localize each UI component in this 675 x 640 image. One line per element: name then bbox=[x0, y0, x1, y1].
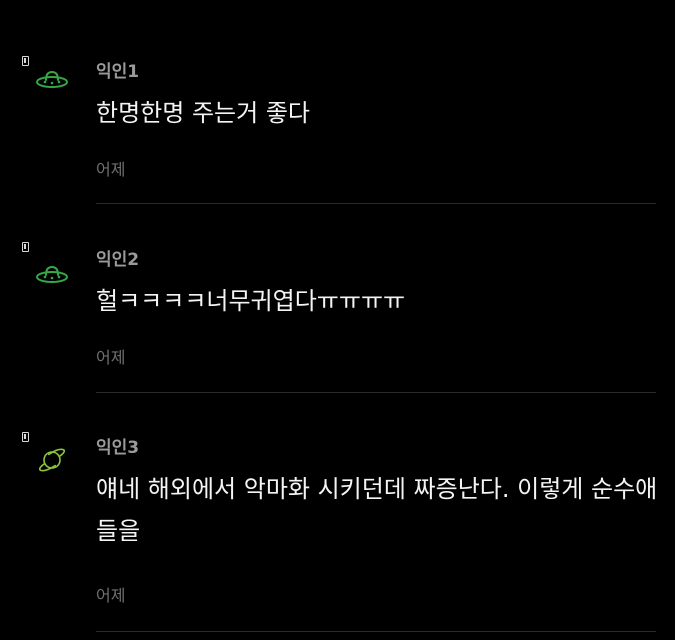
comment-text: 헐ㅋㅋㅋㅋ너무귀엽다ㅠㅠㅠㅠ bbox=[96, 287, 406, 315]
ufo-icon bbox=[36, 265, 68, 283]
mini-badge-icon bbox=[22, 432, 29, 442]
planet-icon bbox=[38, 448, 66, 472]
mini-badge-icon bbox=[22, 242, 29, 252]
comment-time: 어제 bbox=[96, 160, 126, 179]
comment-time: 어제 bbox=[96, 348, 126, 367]
comment-author[interactable]: 익인3 bbox=[96, 433, 139, 458]
divider bbox=[96, 203, 656, 204]
comment-text: 한명한명 주는거 좋다 bbox=[96, 99, 310, 127]
ufo-icon bbox=[36, 70, 68, 88]
comment-text: 얘네 해외에서 악마화 시키던데 짜증난다. 이렇게 순수애들을 bbox=[96, 475, 658, 545]
comment-time: 어제 bbox=[96, 586, 126, 605]
comment-author[interactable]: 익인2 bbox=[96, 245, 139, 270]
comment-author[interactable]: 익인1 bbox=[96, 57, 139, 82]
divider bbox=[96, 392, 656, 393]
divider bbox=[96, 631, 656, 632]
mini-badge-icon bbox=[22, 56, 29, 66]
